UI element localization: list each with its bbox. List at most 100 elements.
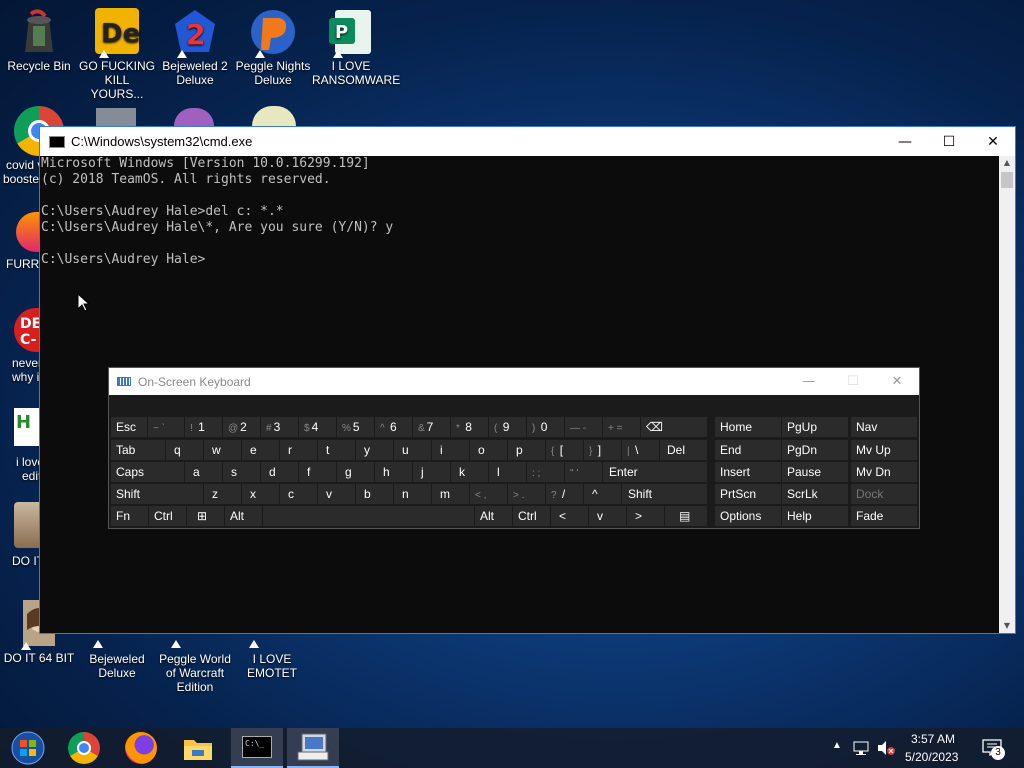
key-d[interactable]: d xyxy=(261,462,298,482)
key-5[interactable]: % 5 xyxy=(337,417,374,437)
key-a[interactable]: a xyxy=(185,462,222,482)
cmd-scrollbar[interactable]: ▲ ▼ xyxy=(999,156,1015,633)
key-k[interactable]: k xyxy=(451,462,488,482)
desktop-icon-go-kill[interactable]: De GO FUCKING KILL YOURS... xyxy=(78,8,156,101)
key-dock[interactable]: Dock xyxy=(851,484,917,504)
key-caps[interactable]: Caps xyxy=(111,462,184,482)
key-nav[interactable]: Nav xyxy=(851,417,917,437)
key-pgdn[interactable]: PgDn xyxy=(782,440,848,460)
key-options[interactable]: Options xyxy=(715,506,781,526)
notification-center-icon[interactable]: 3 xyxy=(982,738,1005,760)
key-esc[interactable]: Esc xyxy=(111,417,147,437)
desktop-icon-i-love-emotet[interactable]: I LOVE EMOTET xyxy=(232,636,312,680)
scroll-thumb[interactable] xyxy=(1001,172,1013,188)
key-m[interactable]: m xyxy=(432,484,469,504)
scroll-down-icon[interactable]: ▼ xyxy=(999,619,1015,633)
key-quote[interactable]: " ' xyxy=(565,462,602,482)
key-scrlk[interactable]: ScrLk xyxy=(782,484,848,504)
key-x[interactable]: x xyxy=(242,484,279,504)
desktop-icon-bejeweled-deluxe[interactable]: Bejeweled Deluxe xyxy=(78,636,156,680)
key-ctrl-left[interactable]: Ctrl xyxy=(149,506,186,526)
key-2[interactable]: @2 xyxy=(223,417,260,437)
menu-key-icon[interactable]: ▤ xyxy=(665,506,707,526)
key-mvup[interactable]: Mv Up xyxy=(851,440,917,460)
arrow-down-key[interactable]: v xyxy=(589,506,626,526)
key-4[interactable]: $4 xyxy=(299,417,336,437)
cmd-titlebar[interactable]: C:\Windows\system32\cmd.exe — ☐ ✕ xyxy=(40,127,1015,156)
key-7[interactable]: & 7 xyxy=(413,417,450,437)
key-minus[interactable]: — - xyxy=(565,417,602,437)
key-1[interactable]: ! 1 xyxy=(185,417,222,437)
scroll-up-icon[interactable]: ▲ xyxy=(999,156,1015,170)
key-alt-right[interactable]: Alt xyxy=(475,506,512,526)
key-enter[interactable]: Enter xyxy=(603,462,707,482)
on-screen-keyboard-window[interactable]: On-Screen Keyboard — ☐ ✕ Esc ~ ` ! 1 @2 … xyxy=(108,367,920,529)
key-u[interactable]: u xyxy=(394,440,431,460)
de-red-icon[interactable]: DE C- xyxy=(14,308,41,352)
key-q[interactable]: q xyxy=(166,440,203,460)
key-backslash[interactable]: | \ xyxy=(622,440,659,460)
key-j[interactable]: j xyxy=(413,462,450,482)
desktop-icon-bejeweled-2[interactable]: 2 Bejeweled 2 Deluxe xyxy=(156,8,234,87)
key-t[interactable]: t xyxy=(318,440,355,460)
arrow-up-key[interactable]: ^ xyxy=(584,484,621,504)
key-pgup[interactable]: PgUp xyxy=(782,417,848,437)
volume-muted-icon[interactable] xyxy=(876,740,896,756)
key-pause[interactable]: Pause xyxy=(782,462,848,482)
taskbar-file-explorer[interactable] xyxy=(174,728,222,768)
network-icon[interactable] xyxy=(852,740,870,756)
windows-key-icon[interactable]: ⊞ xyxy=(187,506,224,526)
key-tilde[interactable]: ~ ` xyxy=(148,417,184,437)
key-b[interactable]: b xyxy=(356,484,393,504)
backspace-icon[interactable]: ⌫ xyxy=(641,417,707,437)
key-z[interactable]: z xyxy=(204,484,241,504)
minimize-button[interactable]: — xyxy=(883,127,927,156)
key-s[interactable]: s xyxy=(223,462,260,482)
osk-close-button[interactable]: ✕ xyxy=(875,368,919,395)
key-del[interactable]: Del xyxy=(660,440,707,460)
key-i[interactable]: i xyxy=(432,440,469,460)
key-o[interactable]: o xyxy=(470,440,507,460)
key-semicolon[interactable]: : ; xyxy=(527,462,564,482)
key-fn[interactable]: Fn xyxy=(111,506,148,526)
key-insert[interactable]: Insert xyxy=(715,462,781,482)
key-comma[interactable]: < , xyxy=(470,484,507,504)
key-shift-left[interactable]: Shift xyxy=(111,484,203,504)
taskbar-firefox[interactable] xyxy=(117,728,165,768)
osk-titlebar[interactable]: On-Screen Keyboard — ☐ ✕ xyxy=(109,368,919,395)
key-9[interactable]: ( 9 xyxy=(489,417,526,437)
key-g[interactable]: g xyxy=(337,462,374,482)
taskbar-on-screen-keyboard[interactable] xyxy=(287,728,339,768)
desktop-icon-peggle-wow[interactable]: Peggle World of Warcraft Edition xyxy=(155,636,235,694)
key-n[interactable]: n xyxy=(394,484,431,504)
key-w[interactable]: w xyxy=(204,440,241,460)
key-y[interactable]: y xyxy=(356,440,393,460)
key-space[interactable] xyxy=(263,506,474,526)
maximize-button[interactable]: ☐ xyxy=(927,127,971,156)
clock-date[interactable]: 5/20/2023 xyxy=(905,750,958,764)
portrait-icon[interactable] xyxy=(14,502,40,548)
key-alt-left[interactable]: Alt xyxy=(225,506,262,526)
firefox-desktop-icon[interactable] xyxy=(16,212,40,252)
clock-time[interactable]: 3:57 AM xyxy=(911,732,955,746)
key-home[interactable]: Home xyxy=(715,417,781,437)
hx-icon[interactable]: H xyxy=(14,408,40,446)
key-plus[interactable]: + = xyxy=(603,417,640,437)
key-f[interactable]: f xyxy=(299,462,336,482)
key-period[interactable]: > . xyxy=(508,484,545,504)
key-tab[interactable]: Tab xyxy=(111,440,165,460)
key-rbracket[interactable]: } ] xyxy=(584,440,621,460)
key-help[interactable]: Help xyxy=(782,506,848,526)
arrow-left-key[interactable]: < xyxy=(551,506,588,526)
key-h[interactable]: h xyxy=(375,462,412,482)
arrow-right-key[interactable]: > xyxy=(627,506,664,526)
key-p[interactable]: p xyxy=(508,440,545,460)
key-slash[interactable]: ? / xyxy=(546,484,583,504)
key-3[interactable]: #3 xyxy=(261,417,298,437)
key-l[interactable]: l xyxy=(489,462,526,482)
key-lbracket[interactable]: { [ xyxy=(546,440,583,460)
osk-minimize-button[interactable]: — xyxy=(787,368,831,395)
key-6[interactable]: ^ 6 xyxy=(375,417,412,437)
close-button[interactable]: ✕ xyxy=(971,127,1015,156)
key-fade[interactable]: Fade xyxy=(851,506,917,526)
